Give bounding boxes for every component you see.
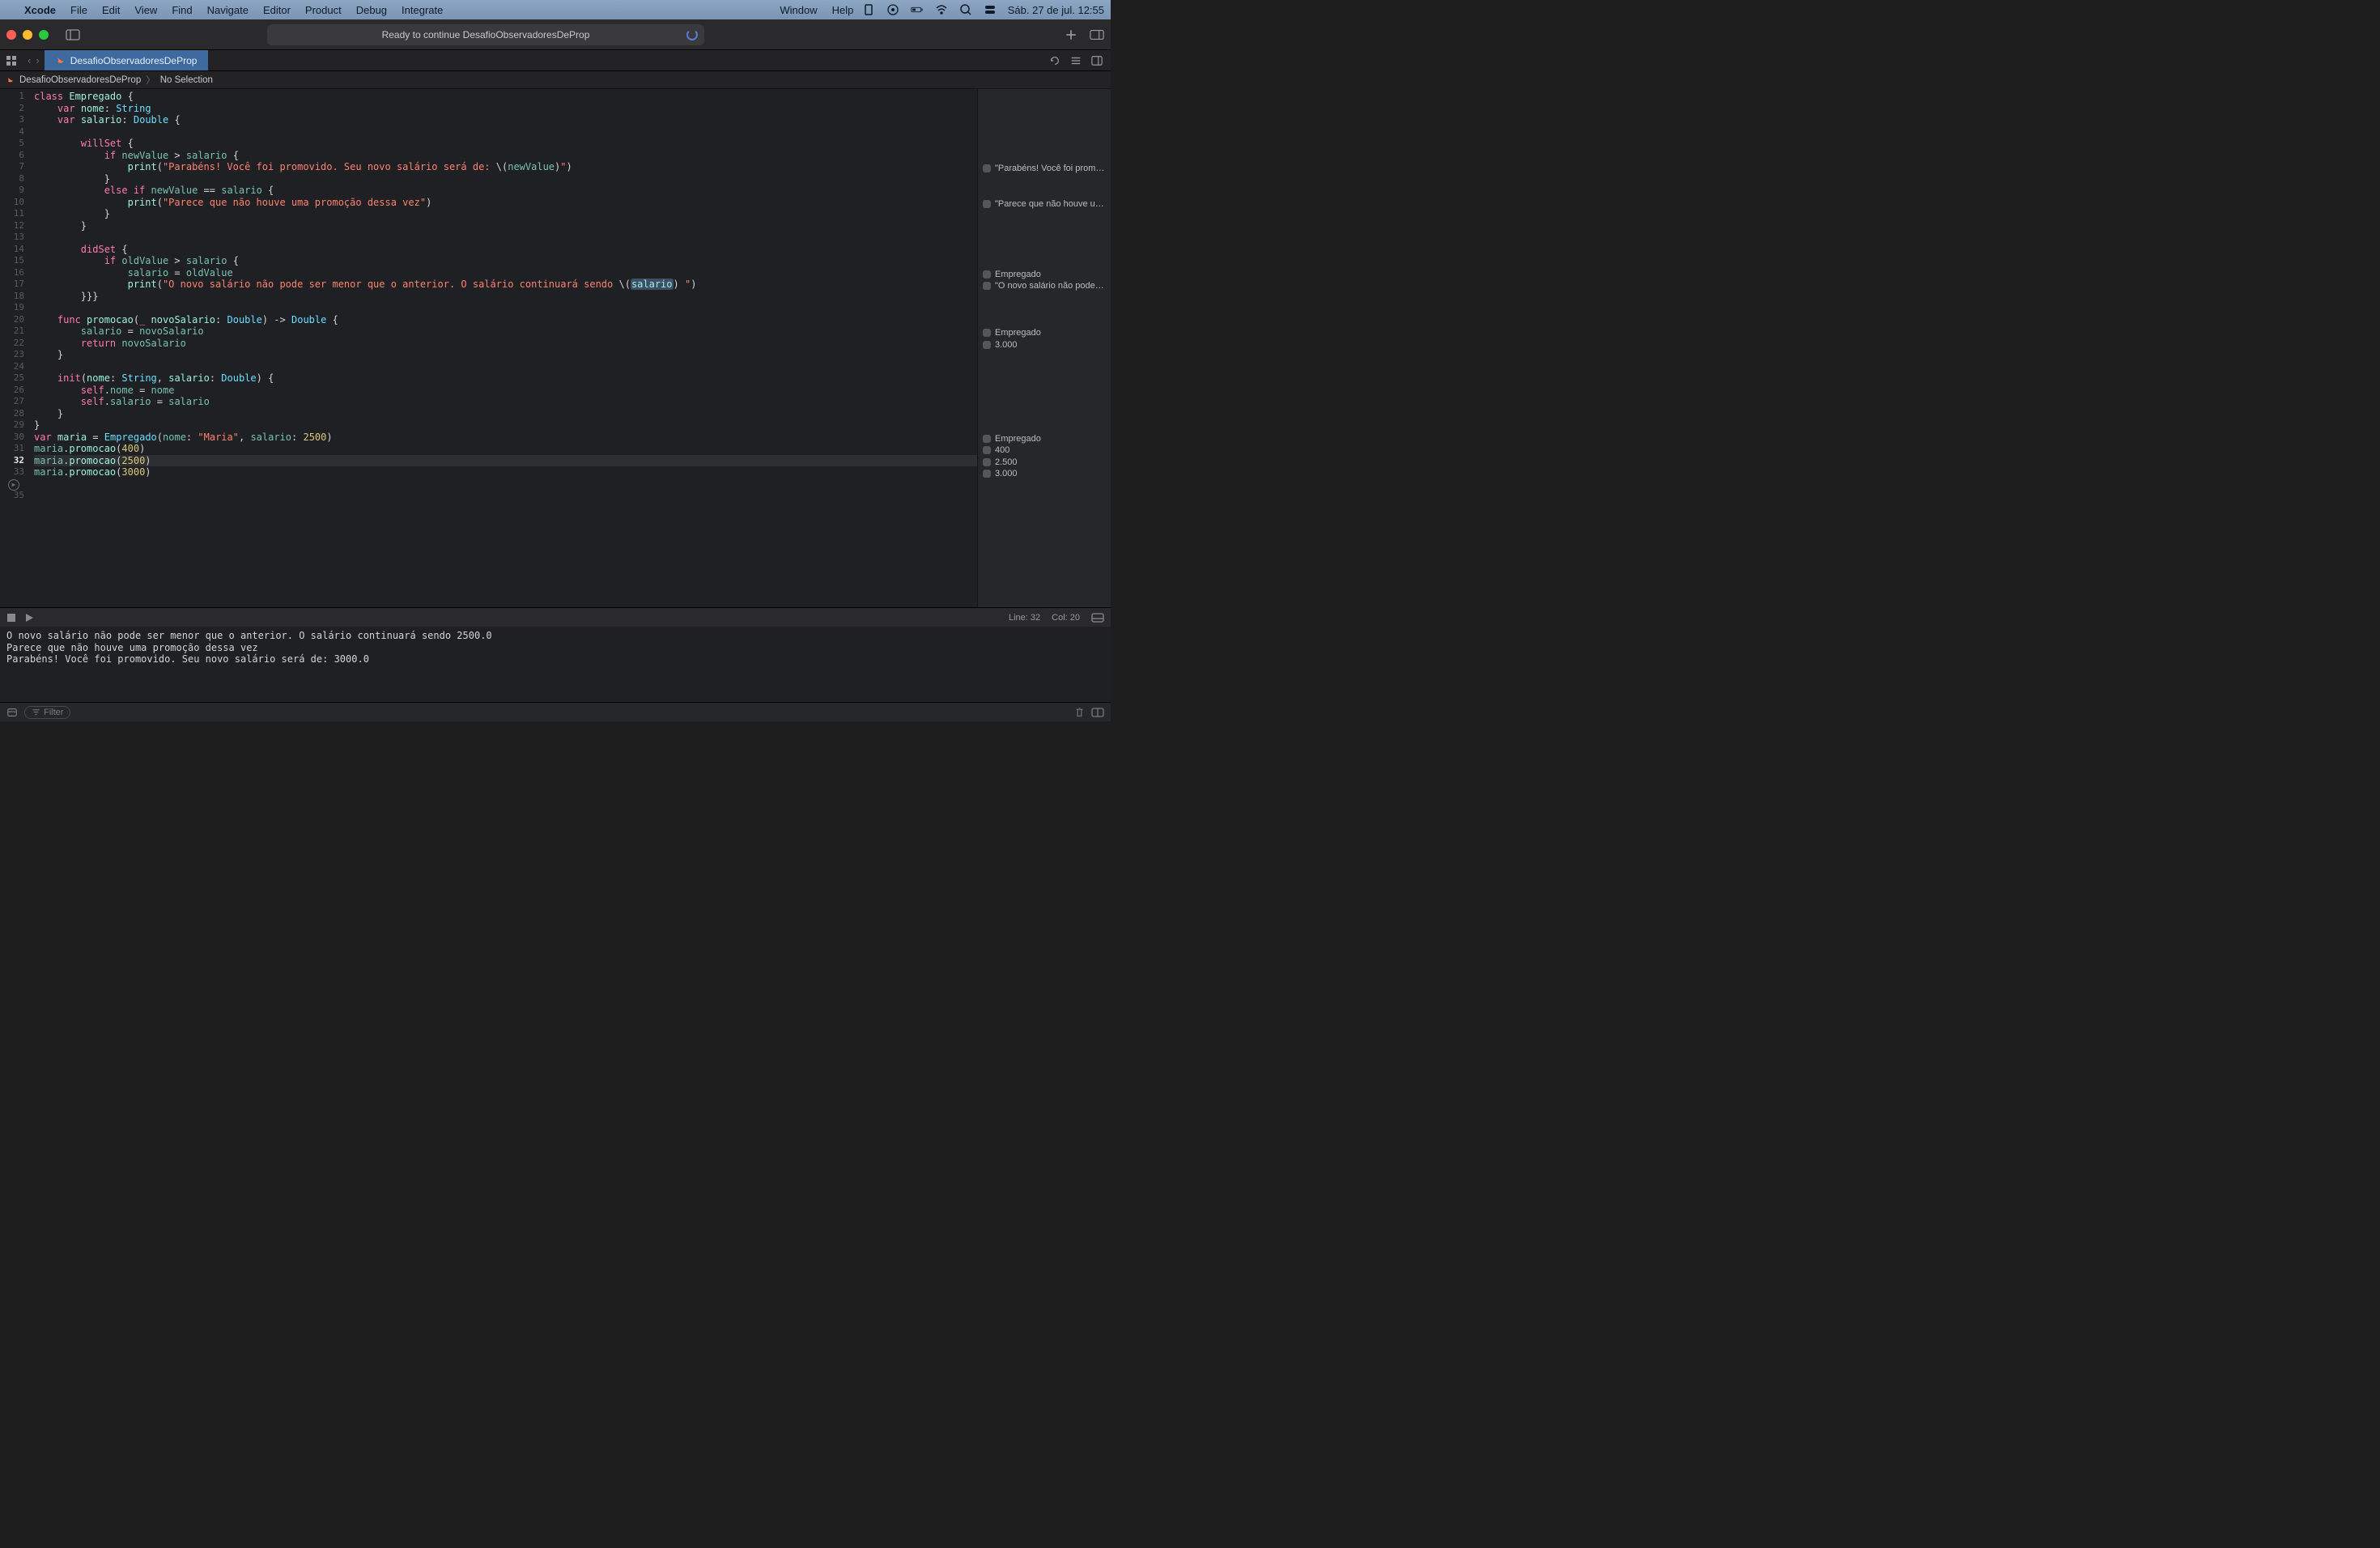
zoom-window-button[interactable] [39, 30, 49, 40]
lines-icon[interactable] [1070, 55, 1082, 66]
macos-menubar: Xcode File Edit View Find Navigate Edito… [0, 0, 1111, 19]
editor-area: 1234567891011121314151617181920212223242… [0, 89, 1111, 607]
window-traffic-lights [6, 30, 49, 40]
result-line[interactable]: "Parabéns! Você foi prom… [983, 163, 1106, 175]
menubar-item-integrate[interactable]: Integrate [402, 4, 443, 16]
editor-tab[interactable]: DesafioObservadoresDeProp [45, 50, 209, 70]
trash-button[interactable] [1074, 707, 1085, 717]
menubar-item-window[interactable]: Window [780, 4, 817, 16]
menubar-item-help[interactable]: Help [832, 4, 854, 16]
close-window-button[interactable] [6, 30, 16, 40]
menubar-item-edit[interactable]: Edit [102, 4, 120, 16]
results-sidebar[interactable]: "Parabéns! Você foi prom… "Parece que não… [977, 89, 1111, 607]
line-gutter[interactable]: 1234567891011121314151617181920212223242… [0, 89, 31, 607]
cursor-line: Line: 32 [1009, 613, 1040, 623]
menubar-item-file[interactable]: File [70, 4, 87, 16]
stop-button[interactable] [6, 613, 16, 623]
battery-icon[interactable] [911, 3, 924, 16]
result-line[interactable]: "O novo salário não pode… [983, 280, 1106, 292]
result-line[interactable]: 3.000 [983, 339, 1106, 351]
related-items-button[interactable] [0, 50, 23, 70]
nav-back-button[interactable]: ‹ [28, 54, 31, 66]
debug-panel-toggle[interactable] [1091, 613, 1104, 623]
breadcrumb-separator: 〉 [146, 74, 155, 87]
result-line[interactable]: Empregado [983, 269, 1106, 281]
console-panel-toggle-icon[interactable] [1091, 708, 1104, 717]
result-line[interactable]: Empregado [983, 433, 1106, 445]
menubar-item-find[interactable]: Find [172, 4, 192, 16]
menubar-item-navigate[interactable]: Navigate [207, 4, 249, 16]
control-center-icon[interactable] [984, 3, 997, 16]
result-line[interactable]: 3.000 [983, 468, 1106, 480]
filter-icon [32, 708, 40, 717]
jump-bar[interactable]: DesafioObservadoresDeProp 〉 No Selection [0, 71, 1111, 89]
result-line[interactable]: 400 [983, 444, 1106, 457]
nav-forward-button[interactable]: › [36, 54, 39, 66]
history-icon[interactable] [1049, 55, 1060, 66]
activity-status-text: Ready to continue DesafioObservadoresDeP… [382, 29, 590, 40]
filter-placeholder: Filter [44, 708, 63, 717]
menubar-item-view[interactable]: View [134, 4, 157, 16]
menubar-app-name[interactable]: Xcode [24, 4, 56, 16]
library-button[interactable] [1090, 28, 1104, 42]
console-output[interactable]: O novo salário não pode ser menor que o … [0, 627, 1111, 702]
cursor-col: Col: 20 [1052, 613, 1080, 623]
wifi-icon[interactable] [935, 3, 948, 16]
menubar-item-debug[interactable]: Debug [356, 4, 387, 16]
adjust-editor-button[interactable] [1091, 55, 1103, 66]
record-icon[interactable] [886, 3, 899, 16]
menubar-item-product[interactable]: Product [305, 4, 342, 16]
menubar-item-editor[interactable]: Editor [263, 4, 291, 16]
continue-button[interactable] [24, 613, 34, 623]
activity-spinner-icon [686, 29, 698, 40]
activity-status: Ready to continue DesafioObservadoresDeP… [267, 24, 704, 45]
swift-icon [6, 76, 15, 84]
add-button[interactable] [1064, 28, 1078, 42]
result-line[interactable]: "Parece que não houve u… [983, 198, 1106, 211]
result-line[interactable]: Empregado [983, 327, 1106, 339]
debug-bar: Line: 32 Col: 20 [0, 607, 1111, 627]
toggle-navigator-button[interactable] [62, 26, 84, 44]
editor-tabs-bar: ‹ › DesafioObservadoresDeProp [0, 50, 1111, 71]
minimize-window-button[interactable] [23, 30, 32, 40]
menubar-clock[interactable]: Sáb. 27 de jul. 12:55 [1008, 4, 1104, 16]
tab-title: DesafioObservadoresDeProp [70, 55, 198, 66]
code-content[interactable]: class Empregado { var nome: String var s… [31, 89, 977, 607]
swift-icon [56, 56, 66, 66]
breadcrumb-selection[interactable]: No Selection [160, 75, 213, 85]
console-footer: Filter [0, 702, 1111, 721]
result-line[interactable]: 2.500 [983, 457, 1106, 469]
console-output-filter-icon[interactable] [6, 707, 18, 718]
search-icon[interactable] [959, 3, 972, 16]
window-toolbar: Ready to continue DesafioObservadoresDeP… [0, 19, 1111, 50]
console-filter-input[interactable]: Filter [24, 706, 70, 719]
breadcrumb-file[interactable]: DesafioObservadoresDeProp [19, 75, 141, 85]
note-icon[interactable] [862, 3, 875, 16]
code-editor[interactable]: 1234567891011121314151617181920212223242… [0, 89, 977, 607]
